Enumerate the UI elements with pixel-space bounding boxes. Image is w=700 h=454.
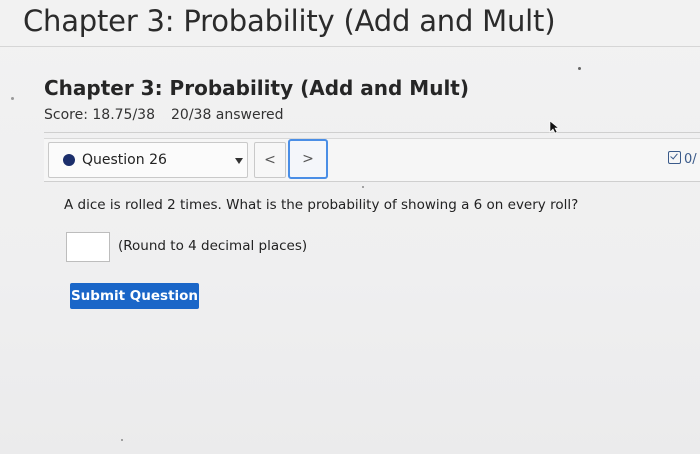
section-divider — [44, 132, 700, 133]
header-divider — [0, 46, 700, 47]
screen-speck — [362, 186, 364, 188]
previous-question-button[interactable]: < — [254, 142, 286, 178]
answered-count: 20/38 answered — [171, 107, 284, 123]
question-select[interactable]: Question 26 — [48, 142, 248, 178]
chevron-left-icon: < — [264, 152, 276, 168]
checkbox-icon — [668, 151, 681, 164]
answer-input[interactable] — [66, 232, 110, 262]
margin-dot — [11, 97, 14, 100]
screen-speck — [578, 67, 581, 70]
next-question-button[interactable]: > — [288, 139, 328, 179]
question-select-label: Question 26 — [82, 152, 167, 168]
filled-circle-icon — [63, 154, 75, 166]
assignment-title: Chapter 3: Probability (Add and Mult) — [44, 76, 469, 100]
side-tool-label: 0/ — [684, 152, 697, 167]
rounding-hint: (Round to 4 decimal places) — [118, 238, 308, 254]
side-tool-button[interactable]: 0/ — [668, 151, 697, 167]
mouse-pointer-icon — [549, 120, 559, 134]
caret-down-icon — [235, 158, 243, 164]
page-header-title: Chapter 3: Probability (Add and Mult) — [23, 4, 556, 38]
score-text: Score: 18.75/38 — [44, 107, 155, 123]
question-nav-bar: Question 26 < > — [44, 138, 700, 182]
screen-speck — [121, 439, 123, 441]
chevron-right-icon: > — [302, 151, 314, 167]
score-line: Score: 18.75/38 20/38 answered — [44, 107, 284, 123]
question-prompt: A dice is rolled 2 times. What is the pr… — [64, 197, 579, 213]
submit-question-button[interactable]: Submit Question — [70, 283, 199, 309]
